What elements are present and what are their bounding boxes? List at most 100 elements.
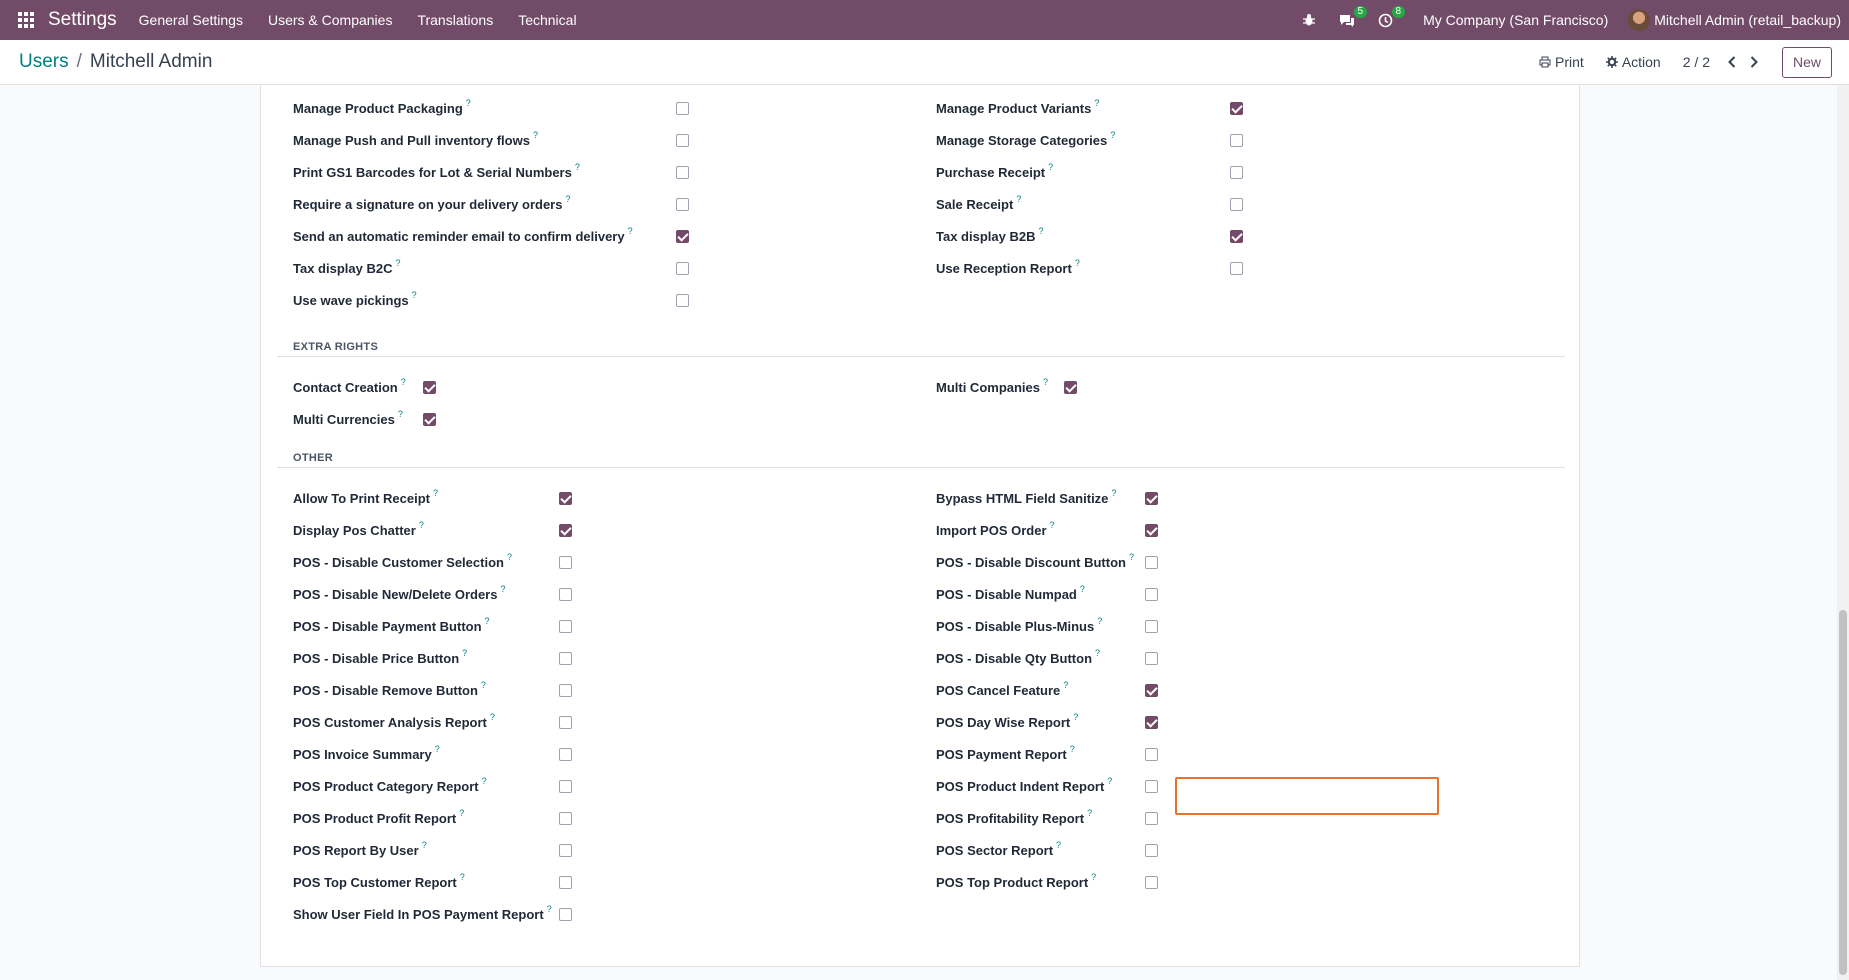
- menu-users-companies[interactable]: Users & Companies: [268, 12, 393, 28]
- help-tooltip-icon[interactable]: ?: [1094, 98, 1099, 108]
- help-tooltip-icon[interactable]: ?: [1095, 648, 1100, 658]
- help-tooltip-icon[interactable]: ?: [490, 712, 495, 722]
- checkbox-send-an-automatic-reminder-email-to-confirm-delivery[interactable]: [676, 230, 689, 243]
- checkbox-pos-report-by-user[interactable]: [559, 844, 572, 857]
- help-tooltip-icon[interactable]: ?: [565, 194, 570, 204]
- checkbox-multi-companies[interactable]: [1064, 381, 1077, 394]
- checkbox-show-user-field-in-pos-payment-report[interactable]: [559, 908, 572, 921]
- help-tooltip-icon[interactable]: ?: [1129, 552, 1134, 562]
- breadcrumb-users[interactable]: Users: [19, 51, 69, 73]
- help-tooltip-icon[interactable]: ?: [1110, 130, 1115, 140]
- checkbox-pos-payment-report[interactable]: [1145, 748, 1158, 761]
- checkbox-bypass-html-field-sanitize[interactable]: [1145, 492, 1158, 505]
- checkbox-pos-product-indent-report[interactable]: [1145, 780, 1158, 793]
- checkbox-tax-display-b2c[interactable]: [676, 262, 689, 275]
- checkbox-pos-cancel-feature[interactable]: [1145, 684, 1158, 697]
- checkbox-multi-currencies[interactable]: [423, 413, 436, 426]
- help-tooltip-icon[interactable]: ?: [1091, 872, 1096, 882]
- scrollbar[interactable]: [1837, 85, 1849, 980]
- app-brand[interactable]: Settings: [48, 9, 117, 31]
- help-tooltip-icon[interactable]: ?: [1056, 840, 1061, 850]
- help-tooltip-icon[interactable]: ?: [1073, 712, 1078, 722]
- help-tooltip-icon[interactable]: ?: [1097, 616, 1102, 626]
- help-tooltip-icon[interactable]: ?: [1050, 520, 1055, 530]
- help-tooltip-icon[interactable]: ?: [401, 377, 406, 387]
- checkbox-pos-invoice-summary[interactable]: [559, 748, 572, 761]
- help-tooltip-icon[interactable]: ?: [433, 488, 438, 498]
- help-tooltip-icon[interactable]: ?: [485, 616, 490, 626]
- help-tooltip-icon[interactable]: ?: [547, 904, 552, 914]
- help-tooltip-icon[interactable]: ?: [507, 552, 512, 562]
- help-tooltip-icon[interactable]: ?: [466, 98, 471, 108]
- user-menu[interactable]: Mitchell Admin (retail_backup): [1654, 12, 1841, 28]
- checkbox-pos-product-profit-report[interactable]: [559, 812, 572, 825]
- checkbox-use-reception-report[interactable]: [1230, 262, 1243, 275]
- help-tooltip-icon[interactable]: ?: [460, 872, 465, 882]
- help-tooltip-icon[interactable]: ?: [1043, 377, 1048, 387]
- checkbox-pos-day-wise-report[interactable]: [1145, 716, 1158, 729]
- checkbox-purchase-receipt[interactable]: [1230, 166, 1243, 179]
- avatar[interactable]: [1628, 9, 1651, 31]
- help-tooltip-icon[interactable]: ?: [462, 648, 467, 658]
- menu-technical[interactable]: Technical: [518, 12, 576, 28]
- checkbox-import-pos-order[interactable]: [1145, 524, 1158, 537]
- company-switcher[interactable]: My Company (San Francisco): [1423, 12, 1608, 28]
- checkbox-pos-disable-new-delete-orders[interactable]: [559, 588, 572, 601]
- help-tooltip-icon[interactable]: ?: [459, 808, 464, 818]
- new-button[interactable]: New: [1781, 46, 1832, 78]
- debug-bug-icon[interactable]: [1295, 0, 1323, 40]
- scrollbar-thumb[interactable]: [1839, 610, 1847, 975]
- checkbox-manage-product-variants[interactable]: [1230, 102, 1243, 115]
- help-tooltip-icon[interactable]: ?: [628, 226, 633, 236]
- checkbox-pos-disable-plus-minus[interactable]: [1145, 620, 1158, 633]
- help-tooltip-icon[interactable]: ?: [533, 130, 538, 140]
- checkbox-pos-disable-price-button[interactable]: [559, 652, 572, 665]
- checkbox-pos-sector-report[interactable]: [1145, 844, 1158, 857]
- menu-translations[interactable]: Translations: [417, 12, 493, 28]
- help-tooltip-icon[interactable]: ?: [1070, 744, 1075, 754]
- checkbox-manage-product-packaging[interactable]: [676, 102, 689, 115]
- help-tooltip-icon[interactable]: ?: [1048, 162, 1053, 172]
- checkbox-allow-to-print-receipt[interactable]: [559, 492, 572, 505]
- help-tooltip-icon[interactable]: ?: [395, 258, 400, 268]
- help-tooltip-icon[interactable]: ?: [398, 409, 403, 419]
- help-tooltip-icon[interactable]: ?: [419, 520, 424, 530]
- messages-chat-icon[interactable]: 5: [1333, 0, 1368, 40]
- checkbox-display-pos-chatter[interactable]: [559, 524, 572, 537]
- help-tooltip-icon[interactable]: ?: [1111, 488, 1116, 498]
- help-tooltip-icon[interactable]: ?: [422, 840, 427, 850]
- help-tooltip-icon[interactable]: ?: [1087, 808, 1092, 818]
- help-tooltip-icon[interactable]: ?: [1107, 776, 1112, 786]
- menu-general-settings[interactable]: General Settings: [139, 12, 243, 28]
- checkbox-pos-disable-discount-button[interactable]: [1145, 556, 1158, 569]
- pager-previous-icon[interactable]: [1722, 56, 1742, 68]
- print-button[interactable]: Print: [1539, 54, 1584, 70]
- checkbox-pos-disable-qty-button[interactable]: [1145, 652, 1158, 665]
- checkbox-pos-disable-customer-selection[interactable]: [559, 556, 572, 569]
- checkbox-pos-top-customer-report[interactable]: [559, 876, 572, 889]
- checkbox-print-gs1-barcodes-for-lot-serial-numbers[interactable]: [676, 166, 689, 179]
- help-tooltip-icon[interactable]: ?: [1063, 680, 1068, 690]
- checkbox-use-wave-pickings[interactable]: [676, 294, 689, 307]
- activities-clock-icon[interactable]: 8: [1371, 0, 1406, 40]
- checkbox-sale-receipt[interactable]: [1230, 198, 1243, 211]
- checkbox-pos-profitability-report[interactable]: [1145, 812, 1158, 825]
- help-tooltip-icon[interactable]: ?: [482, 776, 487, 786]
- help-tooltip-icon[interactable]: ?: [1080, 584, 1085, 594]
- checkbox-manage-push-and-pull-inventory-flows[interactable]: [676, 134, 689, 147]
- checkbox-pos-product-category-report[interactable]: [559, 780, 572, 793]
- checkbox-pos-disable-payment-button[interactable]: [559, 620, 572, 633]
- checkbox-require-a-signature-on-your-delivery-orders[interactable]: [676, 198, 689, 211]
- checkbox-pos-disable-numpad[interactable]: [1145, 588, 1158, 601]
- help-tooltip-icon[interactable]: ?: [412, 290, 417, 300]
- help-tooltip-icon[interactable]: ?: [1075, 258, 1080, 268]
- help-tooltip-icon[interactable]: ?: [1016, 194, 1021, 204]
- checkbox-pos-top-product-report[interactable]: [1145, 876, 1158, 889]
- checkbox-manage-storage-categories[interactable]: [1230, 134, 1243, 147]
- help-tooltip-icon[interactable]: ?: [500, 584, 505, 594]
- checkbox-contact-creation[interactable]: [423, 381, 436, 394]
- pager-value[interactable]: 2 / 2: [1683, 54, 1710, 70]
- apps-menu-icon[interactable]: [6, 0, 46, 40]
- checkbox-tax-display-b2b[interactable]: [1230, 230, 1243, 243]
- checkbox-pos-customer-analysis-report[interactable]: [559, 716, 572, 729]
